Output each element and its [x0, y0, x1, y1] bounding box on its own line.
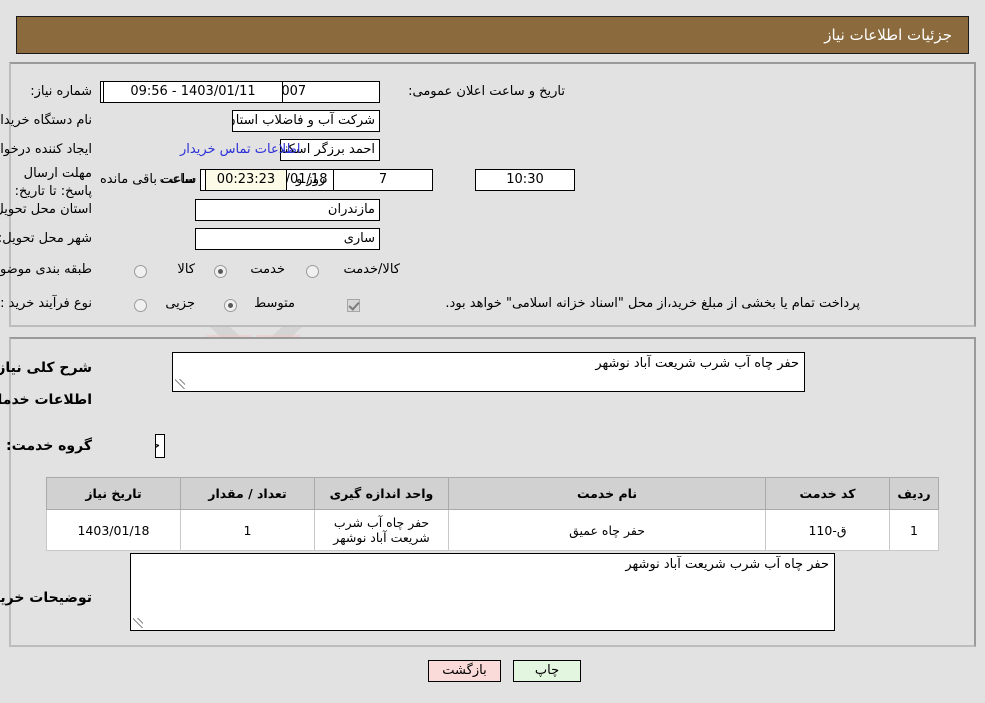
- deadline-time-value: 10:30: [475, 169, 575, 191]
- th-date: تاریخ نیاز: [46, 477, 181, 510]
- table-header-row: ردیف کد خدمت نام خدمت واحد اندازه گیری ت…: [46, 477, 939, 510]
- delivery-city-value: ساری: [195, 228, 380, 250]
- radio-purchase-motavaset[interactable]: [224, 299, 237, 312]
- purchase-type-label: نوع فرآیند خرید :: [0, 296, 92, 311]
- request-creator-label: ایجاد کننده درخواست:: [0, 142, 92, 157]
- need-number-label: شماره نیاز:: [30, 84, 92, 99]
- page-header-bar: جزئیات اطلاعات نیاز: [16, 16, 969, 54]
- th-code: کد خدمت: [765, 477, 890, 510]
- th-unit: واحد اندازه گیری: [314, 477, 449, 510]
- page-title: جزئیات اطلاعات نیاز: [824, 26, 952, 44]
- deadline-remaining-label: ساعت باقی مانده: [100, 172, 197, 187]
- public-announce-label: تاریخ و ساعت اعلان عمومی:: [408, 84, 565, 99]
- general-description-label: شرح کلی نیاز:: [0, 360, 92, 376]
- radio-category-khedmat[interactable]: [214, 265, 227, 278]
- public-announce-value: 09:56 - 1403/01/11: [103, 81, 283, 103]
- th-name: نام خدمت: [448, 477, 766, 510]
- delivery-province-value: مازندران: [195, 199, 380, 221]
- service-group-value: حفاری چاه: [155, 434, 165, 458]
- table-row: 1 ق-110 حفر چاه عمیق حفر چاه آب شرب شریع…: [46, 509, 939, 551]
- treasury-documents-checkbox[interactable]: [347, 299, 360, 312]
- general-description-textarea[interactable]: حفر چاه آب شرب شریعت آباد نوشهر: [172, 352, 805, 392]
- deadline-label: مهلت ارسال پاسخ: تا تاریخ:: [14, 166, 92, 199]
- radio-category-kala-khedmat[interactable]: [306, 265, 319, 278]
- radio-purchase-jozi[interactable]: [134, 299, 147, 312]
- radio-purchase-jozi-label: جزیی: [165, 296, 195, 311]
- cell-unit: حفر چاه آب شرب شریعت آباد نوشهر: [314, 509, 449, 551]
- back-button[interactable]: بازگشت: [428, 660, 501, 682]
- cell-code: ق-110: [765, 509, 890, 551]
- print-button[interactable]: چاپ: [513, 660, 581, 682]
- service-group-label: گروه خدمت:: [6, 438, 92, 454]
- buyer-notes-label: توضیحات خریدار:: [0, 590, 92, 606]
- radio-category-kala[interactable]: [134, 265, 147, 278]
- buyer-org-label: نام دستگاه خریدار:: [0, 113, 92, 128]
- cell-name: حفر چاه عمیق: [448, 509, 766, 551]
- radio-category-khedmat-label: خدمت: [250, 262, 285, 277]
- cell-row: 1: [889, 509, 939, 551]
- radio-category-kala-khedmat-label: کالا/خدمت: [343, 262, 400, 277]
- buyer-org-value: شرکت آب و فاضلاب استان مازندران: [232, 110, 380, 132]
- services-section-title: اطلاعات خدمات مورد نیاز: [0, 392, 92, 408]
- radio-category-kala-label: کالا: [177, 262, 195, 277]
- buyer-notes-textarea[interactable]: حفر چاه آب شرب شریعت آباد نوشهر: [130, 553, 835, 631]
- deadline-countdown-value: 00:23:23: [205, 169, 287, 191]
- cell-qty: 1: [180, 509, 315, 551]
- deadline-days-value: 7: [333, 169, 433, 191]
- deadline-days-label: روز و: [296, 172, 326, 187]
- cell-date: 1403/01/18: [46, 509, 181, 551]
- delivery-province-label: استان محل تحویل:: [0, 202, 92, 217]
- delivery-city-label: شهر محل تحویل:: [0, 231, 92, 246]
- radio-purchase-motavaset-label: متوسط: [254, 296, 295, 311]
- treasury-documents-note: پرداخت تمام یا بخشی از مبلغ خرید،از محل …: [445, 296, 860, 311]
- subject-category-label: طبقه بندی موضوعی:: [0, 262, 92, 277]
- buyer-contact-link[interactable]: اطلاعات تماس خریدار: [180, 142, 300, 157]
- services-table-wrapper: ردیف کد خدمت نام خدمت واحد اندازه گیری ت…: [46, 477, 939, 551]
- services-table: ردیف کد خدمت نام خدمت واحد اندازه گیری ت…: [46, 477, 939, 551]
- th-qty: تعداد / مقدار: [180, 477, 315, 510]
- th-row: ردیف: [889, 477, 939, 510]
